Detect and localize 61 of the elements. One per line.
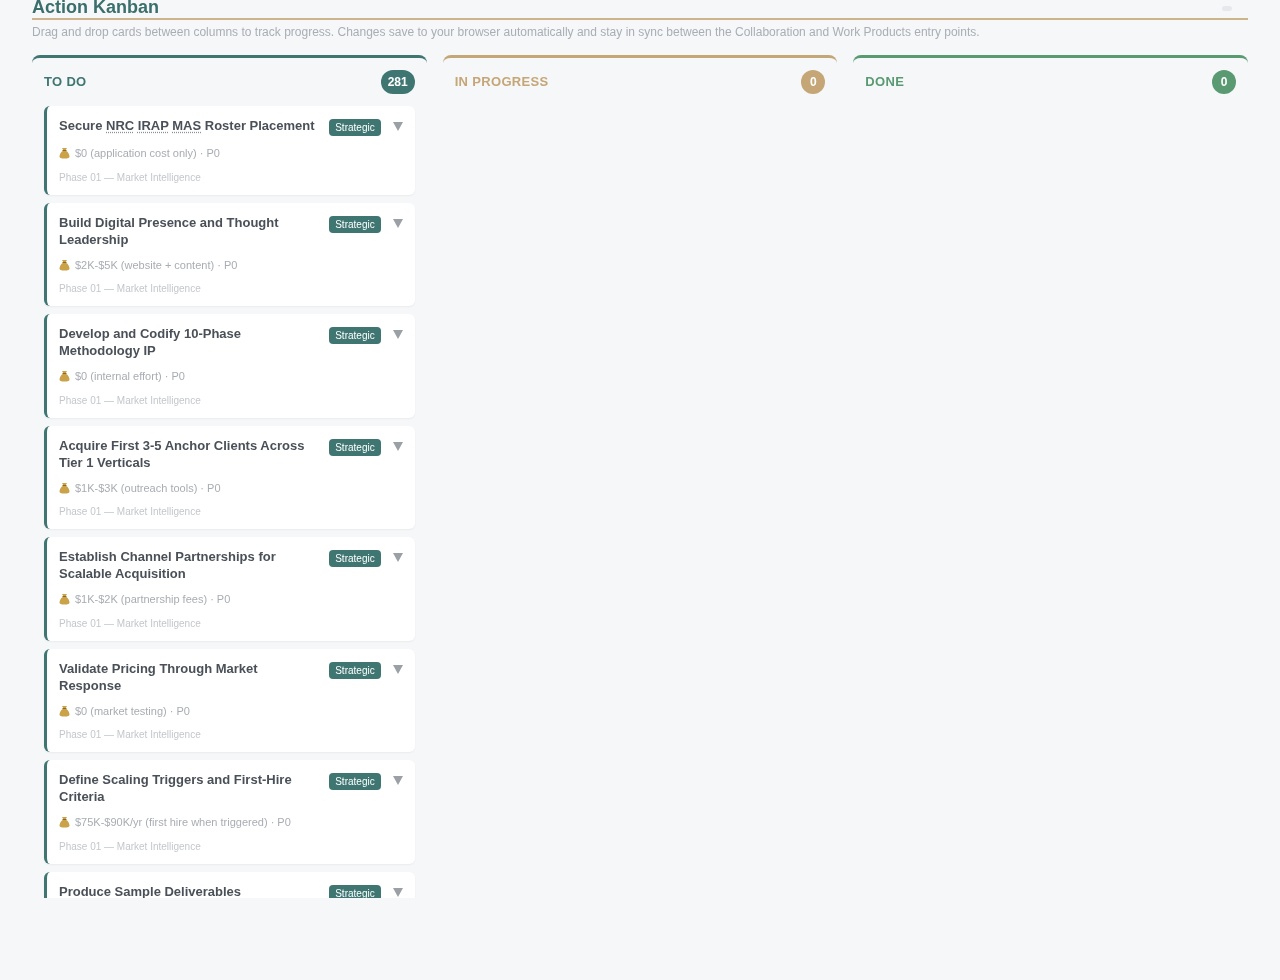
card-cost: $1K-$3K (outreach tools) · P0: [75, 480, 221, 496]
card-phase: Phase 01 — Market Intelligence: [59, 393, 202, 408]
card-title: Validate Pricing Through Market Response: [59, 659, 259, 694]
task-card[interactable]: Build Digital Presence and Thought Leadership Strategic $2K-$5K (website + content) · P0 Phase 01 — Market Intelligence: [44, 202, 415, 306]
task-card[interactable]: Secure NRC IRAP MAS Roster Placement Strategic $0 (application cost only) · P0 Phase 01 — Market Intelligence: [44, 106, 415, 195]
card-title: Establish Channel Partnerships for Scalable Acquisition: [59, 548, 277, 582]
money-bag-icon: [59, 370, 70, 383]
category-tag: Strategic: [329, 327, 381, 344]
card-cost: $2K-$5K (website + content) · P0: [75, 257, 238, 273]
card-cost: $0 (application cost only) · P0: [75, 146, 220, 161]
dropdown-caret-icon[interactable]: [392, 553, 403, 562]
column-title: DONE: [865, 73, 905, 92]
category-tag: Strategic: [329, 884, 381, 898]
count-badge: 0: [801, 70, 826, 94]
card-title: Acquire First 3-5 Anchor Clients Across Tier 1 Verticals: [59, 436, 306, 471]
task-card[interactable]: Define Scaling Triggers and First-Hire Criteria Strategic $75K-$90K/yr (first hire when triggered) · P0 Phase 01 — Market Intelligence: [44, 760, 415, 864]
card-phase: Phase 01 — Market Intelligence: [59, 839, 202, 854]
dropdown-caret-icon[interactable]: [392, 664, 403, 674]
dropdown-caret-icon[interactable]: [392, 330, 403, 339]
count-badge: 281: [380, 70, 415, 94]
card-title: Define Scaling Triggers and First-Hire Criteria: [59, 771, 293, 805]
category-tag: Strategic: [329, 438, 381, 456]
category-tag: Strategic: [329, 550, 381, 567]
page-title: Action Kanban: [32, 0, 159, 16]
card-cost: $1K-$2K (partnership fees) · P0: [75, 592, 231, 607]
money-bag-icon: [59, 816, 70, 829]
card-phase: Phase 01 — Market Intelligence: [59, 170, 202, 185]
dropdown-caret-icon[interactable]: [392, 887, 403, 897]
count-badge: 0: [1212, 70, 1236, 94]
dropdown-caret-icon[interactable]: [392, 122, 403, 131]
task-card[interactable]: Produce Sample Deliverables Strategic: [44, 871, 415, 898]
card-title: Produce Sample Deliverables: [59, 882, 243, 898]
card-title: Secure NRC IRAP MAS Roster Placement: [59, 117, 316, 134]
money-bag-icon: [59, 481, 70, 494]
category-tag: Strategic: [329, 773, 381, 790]
column-title: TO DO: [44, 73, 87, 92]
task-card[interactable]: Acquire First 3-5 Anchor Clients Across Tier 1 Verticals Strategic $1K-$3K (outreach tools) · P0 Phase 01 — Market Intelligence: [44, 425, 415, 529]
category-tag: Strategic: [329, 661, 381, 679]
money-bag-icon: [59, 258, 70, 271]
card-phase: Phase 01 — Market Intelligence: [59, 505, 202, 519]
money-bag-icon: [59, 593, 70, 606]
dropdown-caret-icon[interactable]: [392, 441, 403, 451]
card-cost: $0 (market testing) · P0: [75, 703, 190, 719]
card-title: Build Digital Presence and Thought Leadership: [59, 213, 280, 248]
category-tag: Strategic: [329, 215, 381, 233]
dropdown-caret-icon[interactable]: [392, 218, 403, 228]
money-bag-icon: [59, 704, 70, 717]
card-phase: Phase 01 — Market Intelligence: [59, 282, 202, 296]
task-card[interactable]: Validate Pricing Through Market Response Strategic $0 (market testing) · P0 Phase 01 — Market Intelligence: [44, 648, 415, 752]
card-cost: $75K-$90K/yr (first hire when triggered) · P0: [75, 815, 291, 830]
card-cost: $0 (internal effort) · P0: [75, 369, 185, 384]
card-title: Develop and Codify 10-Phase Methodology IP: [59, 325, 243, 359]
task-card[interactable]: Develop and Codify 10-Phase Methodology IP Strategic $0 (internal effort) · P0 Phase 01 — Market Intelligence: [44, 314, 415, 418]
column-title: IN PROGRESS: [454, 73, 549, 92]
page-description: Drag and drop cards between columns to track progress. Changes save to your browser automatically and stay in sync between the Collaboration and Work Products entry points.: [32, 24, 981, 41]
card-phase: Phase 01 — Market Intelligence: [59, 616, 202, 631]
money-bag-icon: [59, 147, 70, 160]
category-tag: Strategic: [329, 119, 381, 136]
dropdown-caret-icon[interactable]: [392, 776, 403, 785]
card-phase: Phase 01 — Market Intelligence: [59, 728, 202, 742]
task-card[interactable]: Establish Channel Partnerships for Scalable Acquisition Strategic $1K-$2K (partnership fees) · P0 Phase 01 — Market Intelligence: [44, 537, 415, 641]
